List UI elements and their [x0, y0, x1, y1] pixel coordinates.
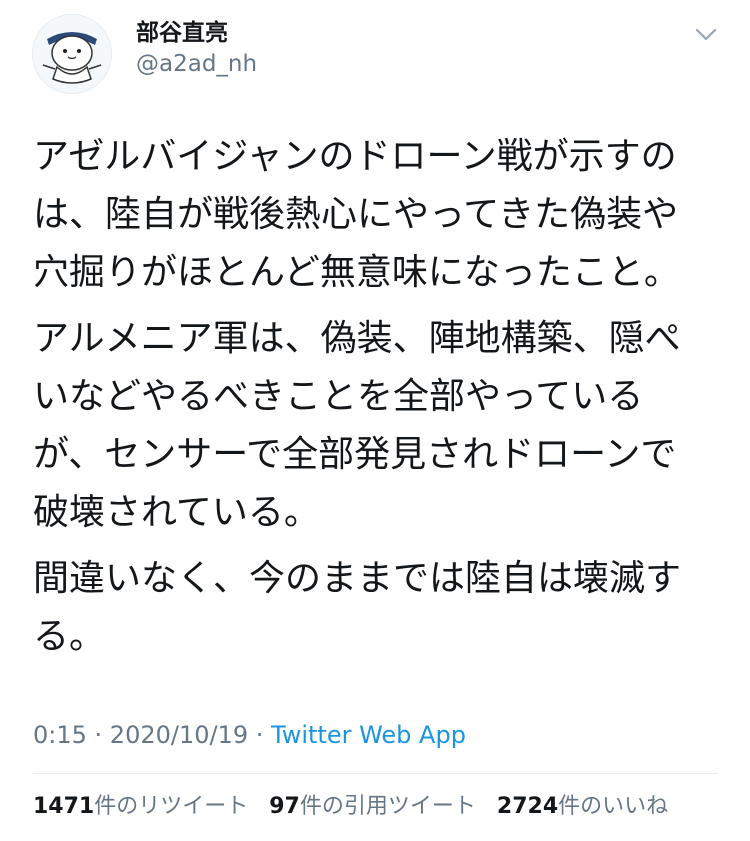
retweets-count: 1471 — [33, 794, 95, 819]
user-handle[interactable]: @a2ad_nh — [136, 49, 257, 79]
tweet-paragraph: 間違いなく、今のままでは陸自は壊滅す る。 — [33, 558, 682, 657]
chevron-down-icon[interactable] — [692, 20, 720, 48]
divider — [33, 773, 718, 774]
likes-count: 2724 — [496, 794, 559, 819]
tweet-time[interactable]: 0:15 — [33, 721, 87, 749]
tweet-header: 部谷直亮 @a2ad_nh — [32, 14, 722, 94]
retweets-stat[interactable]: 1471件のリツイート — [33, 790, 248, 824]
cartoon-character-avatar-icon — [42, 32, 102, 84]
tweet-text: アゼルバイジャンのドローン戦が示すの は、陸自が戦後熱心にやってきた偽装や 穴掘… — [33, 128, 723, 674]
avatar[interactable] — [32, 14, 112, 94]
quotes-label: 件の引用ツイート — [299, 794, 476, 819]
meta-separator: · — [86, 721, 110, 749]
quotes-stat[interactable]: 97件の引用ツイート — [269, 790, 476, 824]
tweet-source-link[interactable]: Twitter Web App — [271, 721, 466, 749]
tweet-stats: 1471件のリツイート 97件の引用ツイート 2724件のいいね — [33, 790, 682, 824]
likes-stat[interactable]: 2724件のいいね — [497, 790, 668, 824]
tweet-paragraph: アゼルバイジャンのドローン戦が示すの は、陸自が戦後熱心にやってきた偽装や 穴掘… — [33, 136, 680, 293]
meta-separator: · — [248, 721, 272, 749]
tweet-date[interactable]: 2020/10/19 — [110, 721, 248, 749]
quotes-count: 97 — [269, 794, 300, 819]
tweet-paragraph: アルメニア軍は、偽装、陣地構築、隠ぺ いなどやるべきことを全部やっている が、セ… — [33, 318, 681, 533]
display-name[interactable]: 部谷直亮 — [136, 18, 228, 48]
retweets-label: 件のリツイート — [94, 794, 249, 819]
tweet-meta: 0:15 · 2020/10/19 · Twitter Web App — [33, 718, 466, 752]
likes-label: 件のいいね — [558, 794, 669, 819]
